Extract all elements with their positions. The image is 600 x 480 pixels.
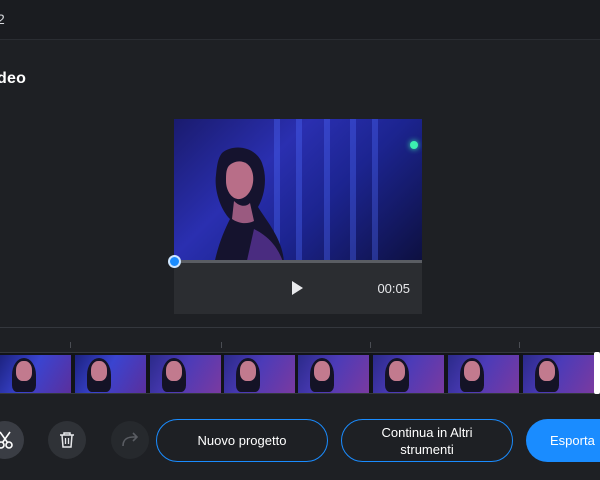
play-icon bbox=[292, 281, 303, 295]
timeline-frame[interactable] bbox=[373, 355, 446, 393]
frame-face bbox=[16, 361, 32, 381]
timeline-frame[interactable] bbox=[523, 355, 596, 393]
delete-button[interactable] bbox=[48, 421, 86, 459]
person-silhouette bbox=[214, 147, 284, 261]
video-preview[interactable] bbox=[174, 119, 422, 261]
cut-button[interactable] bbox=[0, 421, 24, 459]
time-display: 00:05 bbox=[377, 281, 410, 296]
timeline-frame[interactable] bbox=[224, 355, 297, 393]
frame-face bbox=[539, 361, 555, 381]
continue-in-tools-button[interactable]: Continua in Altri strumenti bbox=[341, 419, 513, 462]
frame-face bbox=[166, 361, 182, 381]
timeline-strip[interactable] bbox=[0, 352, 600, 394]
scissors-icon bbox=[0, 431, 13, 449]
redo-button[interactable] bbox=[111, 421, 149, 459]
frame-face bbox=[91, 361, 107, 381]
progress-track[interactable] bbox=[174, 260, 422, 263]
export-button[interactable]: Esporta bbox=[526, 419, 600, 462]
trash-icon bbox=[60, 432, 74, 448]
frame-face bbox=[240, 361, 256, 381]
frame-face bbox=[464, 361, 480, 381]
export-label: Esporta bbox=[550, 433, 595, 448]
continue-label: Continua in Altri strumenti bbox=[381, 424, 473, 457]
timeline-frame[interactable] bbox=[150, 355, 223, 393]
top-bar: 2 bbox=[0, 0, 600, 40]
page-title: deo bbox=[0, 70, 27, 87]
trim-handle-right[interactable] bbox=[594, 352, 600, 394]
frame-face bbox=[314, 361, 330, 381]
frame-face bbox=[389, 361, 405, 381]
timeline-frame[interactable] bbox=[75, 355, 148, 393]
bottom-toolbar: Nuovo progetto Continua in Altri strumen… bbox=[0, 416, 600, 466]
play-button[interactable] bbox=[288, 279, 306, 297]
progress-handle[interactable] bbox=[168, 255, 181, 268]
new-project-label: Nuovo progetto bbox=[197, 433, 287, 448]
timeline-frame[interactable] bbox=[448, 355, 521, 393]
video-player: 00:05 bbox=[168, 119, 422, 314]
redo-icon bbox=[122, 432, 139, 447]
light-spot bbox=[410, 141, 418, 149]
timeline-frame[interactable] bbox=[0, 355, 73, 393]
timeline-frame[interactable] bbox=[298, 355, 371, 393]
breadcrumb[interactable]: 2 bbox=[0, 11, 5, 27]
new-project-button[interactable]: Nuovo progetto bbox=[156, 419, 328, 462]
timeline-ruler bbox=[0, 327, 600, 351]
